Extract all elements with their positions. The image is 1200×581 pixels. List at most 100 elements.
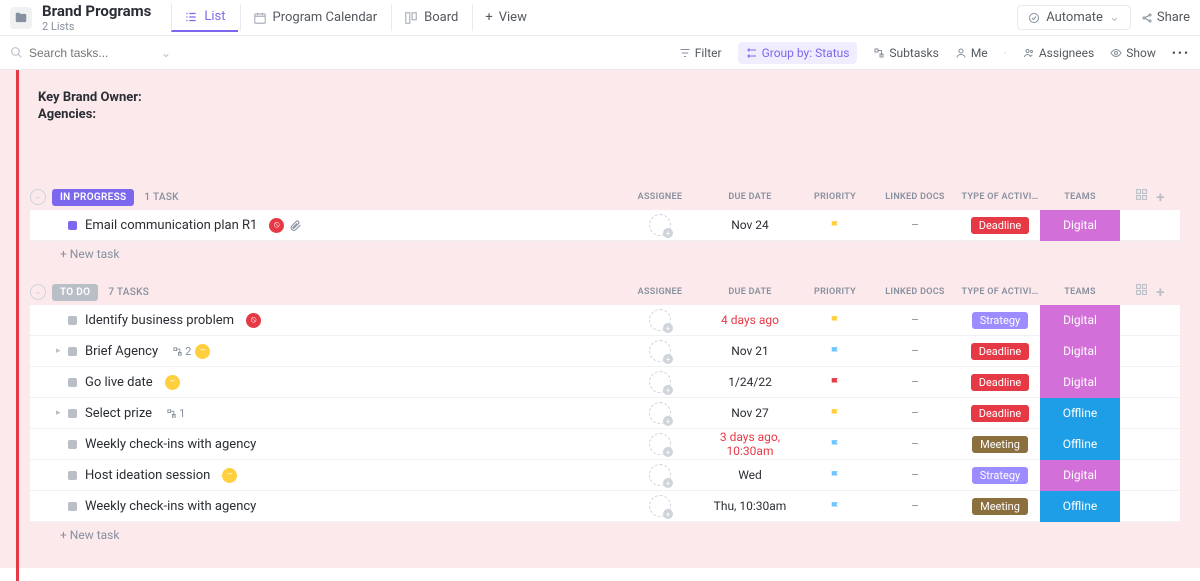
status-chip[interactable]: IN PROGRESS: [52, 189, 134, 206]
status-square[interactable]: [68, 502, 77, 511]
task-row[interactable]: Host ideation session–Wed–StrategyDigita…: [30, 460, 1180, 491]
docs-cell[interactable]: –: [870, 375, 960, 389]
activity-cell[interactable]: Strategy: [960, 467, 1040, 484]
tab-calendar[interactable]: Program Calendar: [240, 4, 390, 31]
assignee-cell[interactable]: [620, 495, 700, 517]
task-row[interactable]: Weekly check-ins with agency3 days ago, …: [30, 429, 1180, 460]
task-name[interactable]: Brief Agency: [85, 344, 158, 359]
folder-icon[interactable]: [10, 7, 32, 29]
add-column-button[interactable]: +: [1156, 188, 1165, 206]
docs-cell[interactable]: –: [870, 406, 960, 420]
new-task-button[interactable]: + New task: [30, 522, 1180, 548]
activity-cell[interactable]: Deadline: [960, 217, 1040, 234]
col-due[interactable]: DUE DATE: [700, 192, 800, 202]
due-cell[interactable]: Nov 24: [700, 218, 800, 232]
automate-button[interactable]: Automate ⌄: [1017, 5, 1131, 30]
col-assignee[interactable]: ASSIGNEE: [620, 192, 700, 202]
col-teams[interactable]: TEAMS: [1040, 192, 1120, 202]
due-cell[interactable]: Nov 21: [700, 344, 800, 358]
collapse-button[interactable]: ⌄: [30, 189, 46, 205]
assignee-cell[interactable]: [620, 464, 700, 486]
add-view-button[interactable]: + View: [472, 4, 539, 31]
share-button[interactable]: Share: [1141, 10, 1190, 25]
col-docs[interactable]: LINKED DOCS: [870, 192, 960, 202]
col-activity[interactable]: TYPE OF ACTIVI…: [960, 192, 1040, 202]
team-cell[interactable]: Digital: [1040, 460, 1120, 491]
docs-cell[interactable]: –: [870, 313, 960, 327]
task-name[interactable]: Go live date: [85, 375, 153, 390]
due-cell[interactable]: Thu, 10:30am: [700, 499, 800, 513]
activity-cell[interactable]: Strategy: [960, 312, 1040, 329]
more-button[interactable]: •••: [1172, 46, 1190, 60]
subtask-count[interactable]: 1: [166, 407, 185, 420]
col-priority[interactable]: PRIORITY: [800, 287, 870, 297]
activity-cell[interactable]: Meeting: [960, 498, 1040, 515]
assignee-cell[interactable]: [620, 371, 700, 393]
priority-cell[interactable]: [800, 314, 870, 327]
tab-board[interactable]: Board: [391, 4, 470, 31]
team-cell[interactable]: Digital: [1040, 305, 1120, 336]
task-name[interactable]: Host ideation session: [85, 468, 210, 483]
assignees-button[interactable]: Assignees: [1023, 46, 1094, 60]
assignee-cell[interactable]: [620, 340, 700, 362]
activity-cell[interactable]: Meeting: [960, 436, 1040, 453]
docs-cell[interactable]: –: [870, 499, 960, 513]
me-button[interactable]: Me: [955, 46, 988, 60]
docs-cell[interactable]: –: [870, 468, 960, 482]
docs-cell[interactable]: –: [870, 437, 960, 451]
task-row[interactable]: Go live date–1/24/22–DeadlineDigital: [30, 367, 1180, 398]
team-cell[interactable]: Digital: [1040, 210, 1120, 241]
col-docs[interactable]: LINKED DOCS: [870, 287, 960, 297]
col-activity[interactable]: TYPE OF ACTIVI…: [960, 287, 1040, 297]
activity-cell[interactable]: Deadline: [960, 405, 1040, 422]
task-name[interactable]: Identify business problem: [85, 313, 234, 328]
task-row[interactable]: Identify business problem⦸4 days ago–Str…: [30, 305, 1180, 336]
expand-button[interactable]: ▸: [56, 346, 66, 356]
groupby-button[interactable]: Group by: Status: [738, 42, 858, 64]
team-cell[interactable]: Offline: [1040, 491, 1120, 522]
team-cell[interactable]: Digital: [1040, 367, 1120, 398]
collapse-button[interactable]: ⌄: [30, 284, 46, 300]
assignee-cell[interactable]: [620, 402, 700, 424]
show-button[interactable]: Show: [1110, 46, 1156, 60]
grid-icon[interactable]: [1135, 188, 1148, 201]
new-task-button[interactable]: + New task: [30, 241, 1180, 267]
activity-cell[interactable]: Deadline: [960, 343, 1040, 360]
assignee-cell[interactable]: [620, 433, 700, 455]
task-name[interactable]: Weekly check-ins with agency: [85, 437, 256, 452]
due-cell[interactable]: Wed: [700, 468, 800, 482]
expand-button[interactable]: ▸: [56, 408, 66, 418]
due-cell[interactable]: Nov 27: [700, 406, 800, 420]
status-square[interactable]: [68, 471, 77, 480]
status-square[interactable]: [68, 409, 77, 418]
add-column-button[interactable]: +: [1156, 283, 1165, 301]
priority-cell[interactable]: [800, 219, 870, 232]
priority-cell[interactable]: [800, 376, 870, 389]
status-square[interactable]: [68, 440, 77, 449]
subtasks-button[interactable]: Subtasks: [873, 46, 938, 60]
task-row[interactable]: ▸Select prize1Nov 27–DeadlineOffline: [30, 398, 1180, 429]
subtask-count[interactable]: 2: [172, 345, 191, 358]
status-square[interactable]: [68, 378, 77, 387]
team-cell[interactable]: Digital: [1040, 336, 1120, 367]
assignee-cell[interactable]: [620, 214, 700, 236]
task-row[interactable]: Email communication plan R1⦸Nov 24–Deadl…: [30, 210, 1180, 241]
task-name[interactable]: Weekly check-ins with agency: [85, 499, 256, 514]
tab-list[interactable]: List: [171, 3, 237, 32]
col-due[interactable]: DUE DATE: [700, 287, 800, 297]
assignee-cell[interactable]: [620, 309, 700, 331]
priority-cell[interactable]: [800, 407, 870, 420]
grid-icon[interactable]: [1135, 283, 1148, 296]
due-cell[interactable]: 1/24/22: [700, 375, 800, 389]
col-priority[interactable]: PRIORITY: [800, 192, 870, 202]
priority-cell[interactable]: [800, 469, 870, 482]
priority-cell[interactable]: [800, 345, 870, 358]
priority-cell[interactable]: [800, 500, 870, 513]
status-square[interactable]: [68, 221, 77, 230]
due-cell[interactable]: 4 days ago: [700, 313, 800, 327]
status-square[interactable]: [68, 316, 77, 325]
team-cell[interactable]: Offline: [1040, 429, 1120, 460]
status-square[interactable]: [68, 347, 77, 356]
search-input[interactable]: [29, 46, 149, 60]
col-assignee[interactable]: ASSIGNEE: [620, 287, 700, 297]
